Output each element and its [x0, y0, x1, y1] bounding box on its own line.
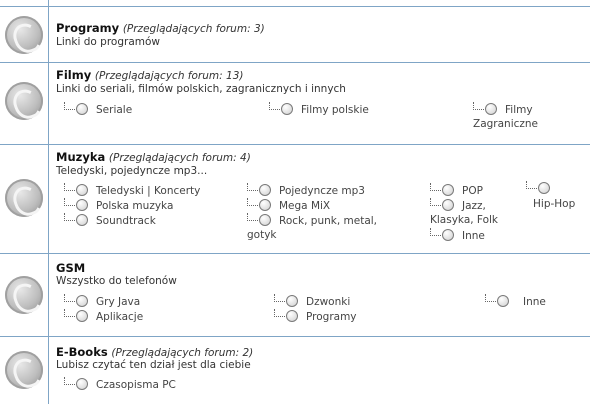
subforum-link[interactable]: Filmy: [473, 102, 533, 118]
subforum-link[interactable]: Soundtrack: [64, 213, 156, 229]
tree-branch-icon: [64, 213, 75, 221]
tree-branch-icon: [430, 228, 441, 236]
subforum-link-continued[interactable]: Klasyka, Folk: [430, 213, 498, 228]
forum-row-ebooks: E-Books (Przeglądających forum: 2) Lubis…: [0, 337, 590, 404]
forum-read-icon: [5, 82, 43, 120]
forum-title-link[interactable]: Filmy: [56, 68, 91, 82]
forum-title-link[interactable]: Programy: [56, 21, 119, 35]
top-strip: [0, 0, 590, 7]
subforum-icon: [259, 199, 271, 211]
forum-description: Teledyski, pojedyncze mp3...: [56, 165, 208, 177]
tree-branch-icon: [430, 198, 441, 206]
subforum-icon: [442, 229, 454, 241]
tree-branch-icon: [274, 309, 285, 317]
subforum-icon: [76, 103, 88, 115]
subforum-link[interactable]: Inne: [430, 228, 485, 244]
forum-row-programy: Programy (Przeglądających forum: 3) Link…: [0, 7, 590, 63]
subforum-icon: [442, 199, 454, 211]
tree-branch-icon: [64, 377, 75, 385]
subforum-icon: [76, 310, 88, 322]
forum-description: Wszystko do telefonów: [56, 275, 177, 287]
subforum-icon: [286, 295, 298, 307]
tree-branch-icon: [430, 183, 441, 191]
subforum-link[interactable]: Dzwonki: [274, 294, 350, 310]
subforum-icon: [76, 378, 88, 390]
subforum-icon: [76, 184, 88, 196]
forum-description: Linki do seriali, filmów polskich, zagra…: [56, 83, 346, 95]
forum-read-icon: [5, 276, 43, 314]
subforum-icon: [76, 214, 88, 226]
subforum-link[interactable]: Inne: [485, 294, 546, 310]
viewers-count: (Przeglądających forum: 13): [94, 70, 244, 82]
subforum-icon: [281, 103, 293, 115]
subforum-link[interactable]: POP: [430, 183, 483, 199]
forum-title-link[interactable]: E-Books: [56, 345, 108, 359]
subforum-link-label[interactable]: Hip-Hop: [533, 197, 575, 212]
tree-branch-icon: [64, 309, 75, 317]
tree-branch-icon: [64, 183, 75, 191]
tree-branch-icon: [274, 294, 285, 302]
forum-read-icon: [5, 351, 43, 389]
subforum-link[interactable]: Pojedyncze mp3: [247, 183, 365, 199]
forum-row-filmy: Filmy (Przeglądających forum: 13) Linki …: [0, 63, 590, 145]
tree-branch-icon: [473, 102, 484, 110]
tree-branch-icon: [64, 102, 75, 110]
subforum-icon: [497, 295, 509, 307]
subforum-icon: [538, 182, 550, 194]
subforum-icon: [76, 295, 88, 307]
subforum-link[interactable]: Czasopisma PC: [64, 377, 176, 393]
tree-branch-icon: [526, 181, 537, 189]
subforum-link[interactable]: Mega MiX: [247, 198, 330, 214]
forum-read-icon: [5, 16, 43, 54]
viewers-count: (Przeglądających forum: 4): [108, 152, 251, 164]
tree-branch-icon: [269, 102, 280, 110]
forum-description: Lubisz czytać ten dział jest dla ciebie: [56, 359, 251, 371]
subforum-link-continued[interactable]: Zagraniczne: [473, 117, 538, 132]
subforum-icon: [259, 184, 271, 196]
subforum-link[interactable]: Jazz,: [430, 198, 486, 214]
subforum-link[interactable]: Teledyski | Koncerty: [64, 183, 200, 199]
subforum-link[interactable]: Rock, punk, metal,: [247, 213, 377, 229]
subforum-link-continued[interactable]: gotyk: [247, 228, 277, 243]
forum-title-link[interactable]: Muzyka: [56, 150, 105, 164]
subforum-link[interactable]: Aplikacje: [64, 309, 143, 325]
tree-branch-icon: [64, 294, 75, 302]
subforum-link[interactable]: Gry Java: [64, 294, 140, 310]
subforum-icon: [76, 199, 88, 211]
tree-branch-icon: [247, 198, 258, 206]
forum-row-muzyka: Muzyka (Przeglądających forum: 4) Teledy…: [0, 145, 590, 254]
tree-branch-icon: [64, 198, 75, 206]
subforum-icon: [286, 310, 298, 322]
forum-row-gsm: GSM Wszystko do telefonów Gry Java Aplik…: [0, 254, 590, 337]
forum-description: Linki do programów: [56, 36, 161, 48]
tree-branch-icon: [247, 183, 258, 191]
tree-branch-icon: [247, 213, 258, 221]
subforum-icon: [259, 214, 271, 226]
subforum-link[interactable]: Polska muzyka: [64, 198, 173, 214]
viewers-count: (Przeglądających forum: 2): [111, 347, 254, 359]
subforum-icon: [442, 184, 454, 196]
forum-title-link[interactable]: GSM: [56, 261, 85, 275]
viewers-count: (Przeglądających forum: 3): [122, 23, 265, 35]
forum-read-icon: [5, 179, 43, 217]
tree-branch-icon: [485, 294, 496, 302]
subforum-link[interactable]: [526, 181, 550, 197]
subforum-link[interactable]: Filmy polskie: [269, 102, 369, 118]
subforum-link[interactable]: Seriale: [64, 102, 132, 118]
subforum-icon: [485, 103, 497, 115]
subforum-link[interactable]: Programy: [274, 309, 357, 325]
